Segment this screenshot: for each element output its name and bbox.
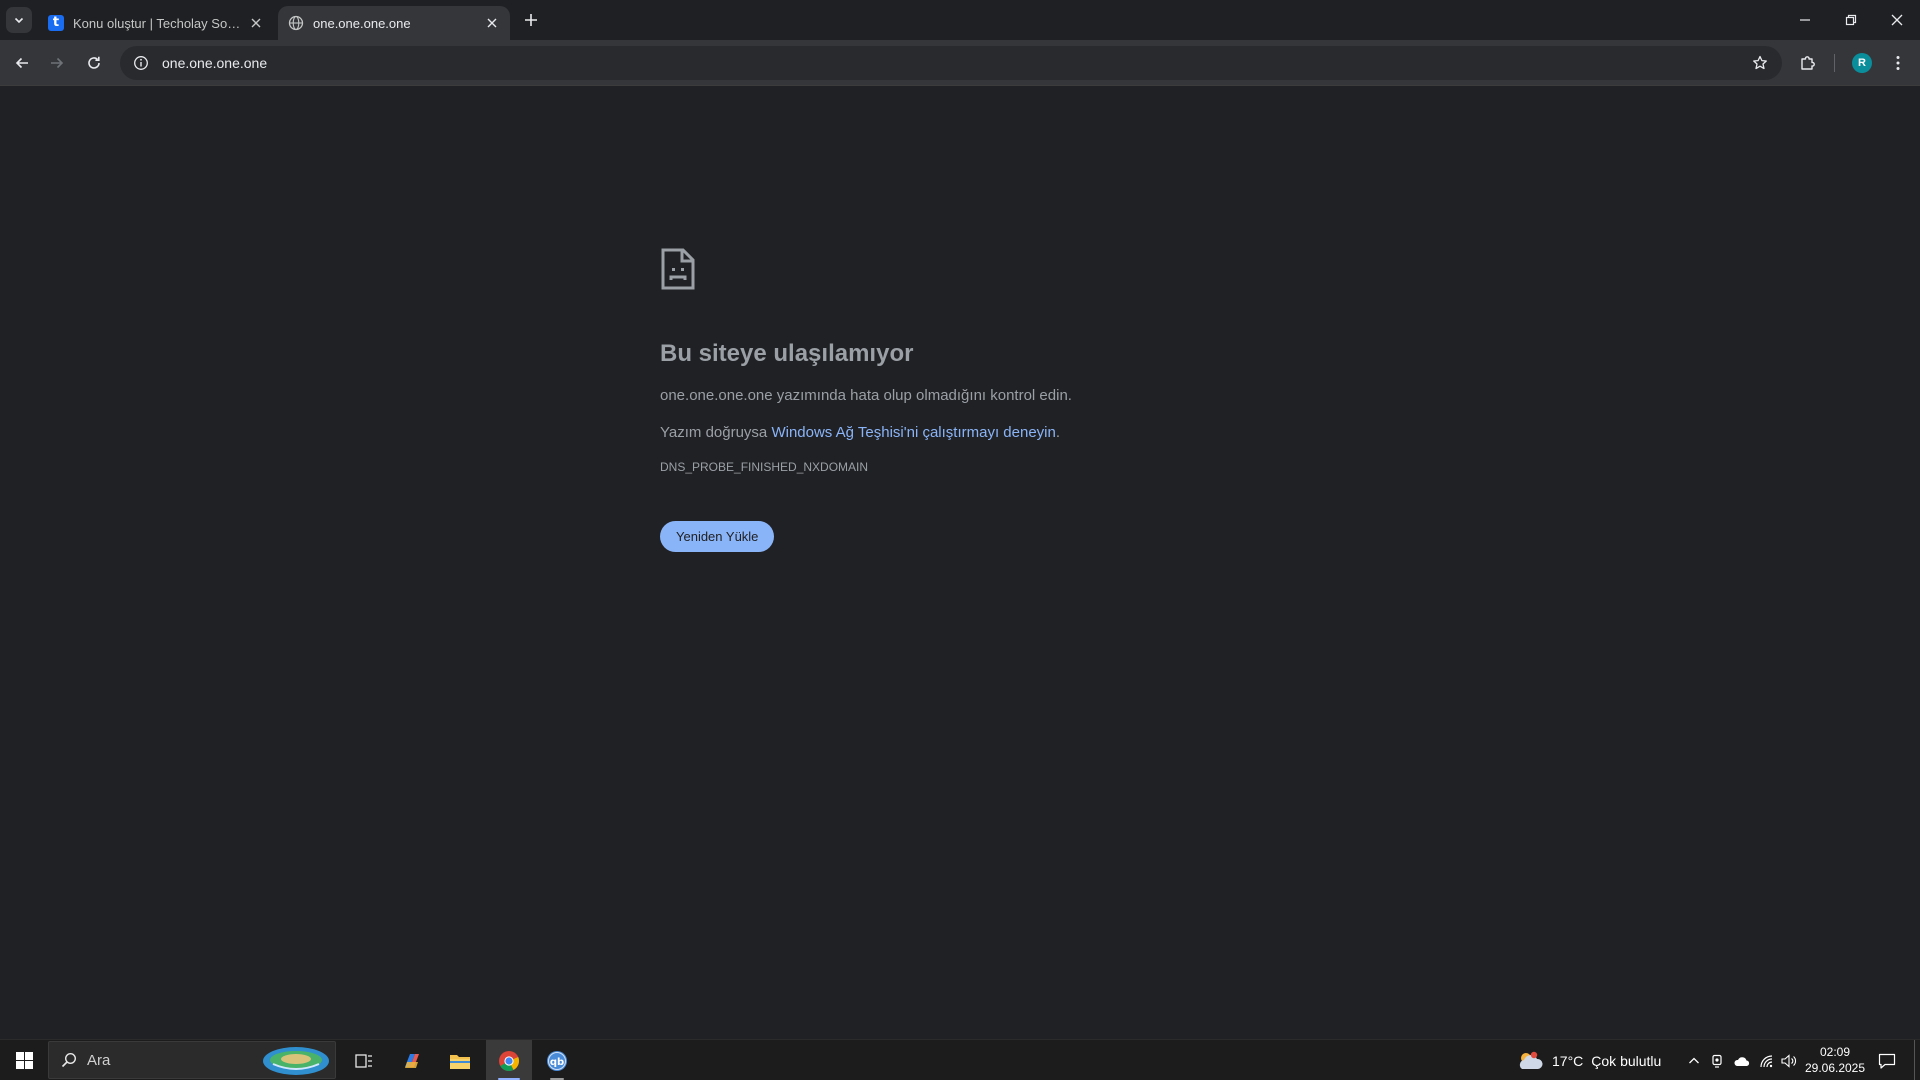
close-icon bbox=[251, 18, 261, 28]
close-window-button[interactable] bbox=[1874, 0, 1920, 40]
chrome-icon bbox=[499, 1050, 520, 1071]
more-vert-icon bbox=[1896, 56, 1900, 70]
tray-meet-now[interactable] bbox=[1706, 1040, 1730, 1080]
page-content: Bu siteye ulaşılamıyor one.one.one.one y… bbox=[0, 87, 1920, 1039]
onedrive-cloud-icon bbox=[1734, 1056, 1750, 1066]
clock-time: 02:09 bbox=[1819, 1045, 1851, 1059]
search-icon bbox=[61, 1052, 77, 1068]
meet-now-icon bbox=[1712, 1054, 1722, 1068]
notification-center-button[interactable] bbox=[1872, 1040, 1902, 1080]
arrow-left-icon bbox=[15, 57, 28, 69]
taskbar-clock[interactable]: 02:09 29.06.2025 bbox=[1800, 1044, 1870, 1076]
tray-volume[interactable] bbox=[1778, 1040, 1800, 1080]
tab-title: Konu oluştur | Techolay Sosyal bbox=[73, 15, 242, 31]
error-container: Bu siteye ulaşılamıyor one.one.one.one y… bbox=[660, 247, 1260, 552]
error-suggestion-spelling: one.one.one.one yazımında hata olup olma… bbox=[660, 387, 1072, 404]
address-text[interactable]: one.one.one.one bbox=[162, 55, 267, 71]
copilot-icon bbox=[405, 1053, 419, 1068]
toolbar-divider bbox=[1834, 54, 1835, 72]
weather-temperature: 17°C bbox=[1552, 1052, 1584, 1069]
tab-title: one.one.one.one bbox=[313, 15, 411, 31]
reload-button[interactable] bbox=[79, 48, 109, 78]
search-highlight-image bbox=[263, 1047, 329, 1075]
taskbar-search[interactable]: Ara bbox=[48, 1041, 336, 1079]
task-view-button[interactable] bbox=[344, 1040, 384, 1080]
puzzle-icon bbox=[1801, 56, 1815, 70]
start-button[interactable] bbox=[4, 1040, 44, 1080]
folder-icon bbox=[450, 1054, 470, 1069]
tab-techolay[interactable]: t Konu oluştur | Techolay Sosyal bbox=[38, 6, 274, 40]
taskbar-app-copilot[interactable] bbox=[392, 1040, 432, 1080]
error-suggestion-diagnostics: Yazım doğruysa Windows Ağ Teşhisi'ni çal… bbox=[660, 424, 1260, 441]
show-desktop-button[interactable] bbox=[1914, 1040, 1918, 1080]
avatar: R bbox=[1852, 53, 1872, 73]
address-bar[interactable]: one.one.one.one bbox=[120, 46, 1782, 80]
browser-toolbar: one.one.one.one R bbox=[0, 40, 1920, 86]
close-icon bbox=[487, 18, 497, 28]
forward-button[interactable] bbox=[42, 48, 72, 78]
taskbar-app-qbittorrent[interactable]: qb bbox=[534, 1040, 580, 1080]
techolay-t-icon: t bbox=[48, 15, 64, 31]
restore-button[interactable] bbox=[1828, 0, 1874, 40]
menu-button[interactable] bbox=[1883, 48, 1913, 78]
new-tab-button[interactable] bbox=[520, 9, 542, 31]
arrow-right-icon bbox=[51, 57, 64, 69]
search-placeholder: Ara bbox=[87, 1051, 111, 1069]
tab-close-button[interactable] bbox=[248, 15, 264, 31]
globe-icon bbox=[288, 15, 304, 31]
svg-text:qb: qb bbox=[550, 1057, 564, 1068]
tray-onedrive[interactable] bbox=[1730, 1040, 1754, 1080]
tab-one-one-one-one[interactable]: one.one.one.one bbox=[278, 6, 510, 40]
tab-strip: t Konu oluştur | Techolay Sosyal one.one… bbox=[0, 0, 1920, 40]
suggestion-prefix: Yazım doğruysa bbox=[660, 424, 772, 441]
tab-close-button[interactable] bbox=[484, 15, 500, 31]
qbittorrent-icon: qb bbox=[547, 1050, 567, 1071]
notification-icon bbox=[1878, 1053, 1896, 1069]
bookmark-star-icon[interactable] bbox=[1750, 53, 1770, 73]
network-diagnostics-link[interactable]: Windows Ağ Teşhisi'ni çalıştırmayı deney… bbox=[771, 424, 1055, 441]
minimize-button[interactable] bbox=[1782, 0, 1828, 40]
error-heading: Bu siteye ulaşılamıyor bbox=[660, 340, 914, 367]
reload-icon bbox=[88, 56, 100, 69]
profile-button[interactable]: R bbox=[1847, 48, 1877, 78]
wifi-icon bbox=[1759, 1054, 1772, 1067]
windows-logo-icon bbox=[15, 1052, 33, 1069]
chevron-up-icon bbox=[1689, 1057, 1699, 1063]
task-view-icon bbox=[355, 1053, 372, 1068]
taskbar-app-file-explorer[interactable] bbox=[440, 1040, 480, 1080]
chevron-down-icon bbox=[14, 17, 24, 24]
tray-network[interactable] bbox=[1754, 1040, 1778, 1080]
restore-icon bbox=[1845, 14, 1857, 26]
site-info-icon[interactable] bbox=[124, 55, 158, 71]
weather-widget[interactable]: 17°C Çok bulutlu bbox=[1516, 1040, 1666, 1080]
extensions-button[interactable] bbox=[1793, 48, 1823, 78]
minimize-icon bbox=[1800, 19, 1810, 21]
taskbar-app-chrome[interactable] bbox=[486, 1040, 532, 1080]
suggestion-suffix: . bbox=[1055, 424, 1061, 441]
speaker-icon bbox=[1781, 1053, 1796, 1068]
weather-cloudy-icon bbox=[1519, 1051, 1543, 1069]
error-code: DNS_PROBE_FINISHED_NXDOMAIN bbox=[660, 460, 869, 474]
plus-icon bbox=[525, 14, 537, 26]
clock-date: 29.06.2025 bbox=[1804, 1061, 1866, 1075]
close-icon bbox=[1891, 14, 1903, 26]
weather-description: Çok bulutlu bbox=[1591, 1052, 1662, 1069]
sad-page-icon bbox=[661, 248, 695, 290]
back-button[interactable] bbox=[7, 48, 37, 78]
tab-search-button[interactable] bbox=[6, 7, 32, 33]
show-hidden-icons-button[interactable] bbox=[1682, 1040, 1706, 1080]
windows-taskbar: Ara qb 17°C Çok bulutlu 02:09 29.06.2025 bbox=[0, 1039, 1920, 1080]
reload-page-button[interactable]: Yeniden Yükle bbox=[660, 521, 775, 552]
